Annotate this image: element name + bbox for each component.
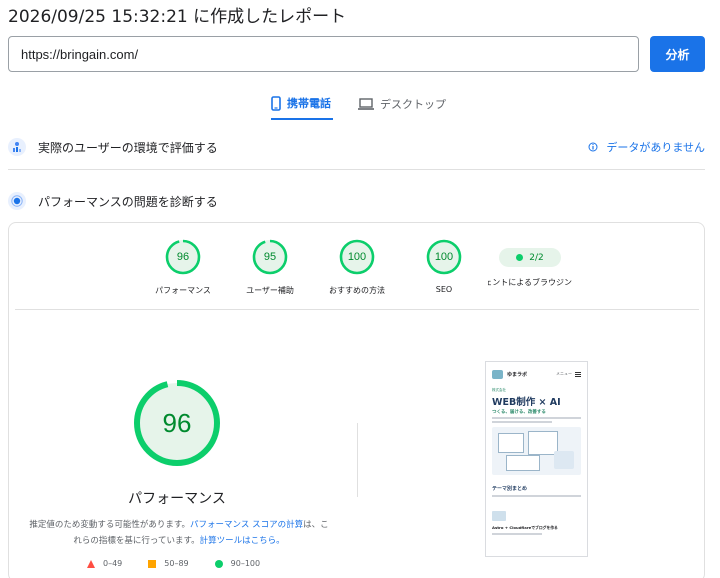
category-label: SEO	[435, 285, 453, 294]
site-menu: メニュー	[556, 371, 581, 377]
score-value: 95	[263, 251, 277, 263]
smartphone-icon	[271, 95, 281, 111]
site-section-title: テーマ別まとめ	[492, 486, 528, 492]
url-input[interactable]	[8, 36, 639, 72]
tab-desktop[interactable]: デスクトップ	[358, 88, 446, 120]
menu-label: メニュー	[556, 371, 572, 376]
info-icon	[588, 142, 598, 152]
vertical-divider	[357, 423, 358, 497]
diagnose-section: パフォーマンスの問題を診断する	[8, 188, 705, 214]
diagnose-title: パフォーマンスの問題を診断する	[38, 194, 218, 209]
hero-illustration	[492, 427, 581, 475]
badge-value: 2/2	[529, 252, 544, 263]
section-divider	[8, 169, 705, 170]
legend-label: 0–49	[103, 559, 123, 568]
text-line	[492, 495, 581, 497]
performance-note: 推定値のため変動する可能性があります。パフォーマンス スコアの計算は、これらの指…	[29, 517, 329, 549]
no-data-label: データがありません	[606, 141, 705, 154]
illustration-card	[554, 451, 574, 469]
category-seo[interactable]: 100 SEO	[404, 239, 484, 294]
category-label: ージェントによるブラウジン	[488, 278, 572, 287]
legend-pass: 90–100	[214, 559, 261, 568]
score-value: 100	[434, 251, 454, 263]
no-data-link[interactable]: データがありません	[588, 139, 705, 155]
legend-average: 50–89	[148, 559, 189, 568]
score-gauge: 95	[252, 239, 288, 275]
site-headline: WEB制作 × AI	[492, 397, 561, 408]
field-data-section: 実際のユーザーの環境で評価する データがありません	[8, 133, 705, 161]
diagnostics-card: 96 パフォーマンス 95 ユーザー補助 100 おすすめの方法 100 SEO…	[8, 222, 705, 578]
illustration-card	[506, 455, 540, 471]
score-gauge: 100	[426, 239, 462, 275]
performance-label: パフォーマンス	[128, 491, 226, 507]
category-label: ユーザー補助	[246, 286, 294, 295]
legend-fail: 0–49	[87, 559, 122, 568]
analyze-button[interactable]: 分析	[650, 36, 705, 72]
score-gauge: 96	[165, 239, 201, 275]
category-performance[interactable]: 96 パフォーマンス	[143, 239, 223, 296]
final-screenshot: ゆまラボ メニュー 株式会社 WEB制作 × AI つくる、届ける、改善する テ…	[485, 361, 588, 557]
screenshot-header: ゆまラボ メニュー	[486, 362, 587, 380]
site-name: ゆまラボ	[507, 371, 528, 378]
article-thumbnail	[492, 511, 506, 521]
legend-label: 90–100	[230, 559, 261, 568]
site-kicker: 株式会社	[492, 388, 506, 392]
site-logo	[492, 369, 503, 379]
performance-gauge: 96	[133, 379, 221, 467]
text-line	[492, 533, 542, 535]
legend-label: 50–89	[164, 559, 189, 568]
laptop-icon	[358, 98, 374, 110]
article-title: Astro + Cloudflareでブログを作る	[492, 525, 558, 530]
tab-desktop-label: デスクトップ	[380, 98, 446, 111]
category-best-practices[interactable]: 100 おすすめの方法	[317, 239, 397, 296]
category-accessibility[interactable]: 95 ユーザー補助	[230, 239, 310, 296]
square-icon	[148, 559, 157, 568]
category-agentic-browsing[interactable]: 2/2 ージェントによるブラウジン	[475, 239, 585, 288]
users-chart-icon	[8, 138, 26, 156]
lab-icon	[8, 192, 26, 210]
score-gauge: 100	[339, 239, 375, 275]
score-value: 100	[347, 251, 367, 263]
hamburger-icon	[575, 371, 581, 377]
score-value: 96	[176, 251, 190, 263]
circle-icon	[214, 559, 223, 568]
device-tabs: 携帯電話 デスクトップ	[0, 88, 720, 122]
tab-mobile-label: 携帯電話	[287, 97, 331, 110]
report-title: 2026/09/25 15:32:21 に作成したレポート	[8, 7, 347, 27]
pass-badge: 2/2	[499, 248, 561, 267]
field-data-title: 実際のユーザーの環境で評価する	[38, 140, 218, 155]
note-prefix: 推定値のため変動する可能性があります。	[29, 520, 191, 530]
score-legend: 0–49 50–89 90–100	[87, 559, 286, 568]
category-gauges: 96 パフォーマンス 95 ユーザー補助 100 おすすめの方法 100 SEO…	[9, 239, 704, 309]
tab-mobile[interactable]: 携帯電話	[271, 88, 333, 120]
score-calc-link[interactable]: パフォーマンス スコアの計算	[190, 520, 303, 530]
text-line	[492, 421, 552, 423]
category-label: おすすめの方法	[329, 286, 385, 295]
category-label: パフォーマンス	[155, 286, 211, 295]
category-label-clip: ージェントによるブラウジン	[488, 277, 572, 288]
triangle-icon	[87, 559, 95, 568]
pass-dot-icon	[516, 254, 524, 261]
card-divider	[15, 309, 699, 310]
calculator-link[interactable]: 計算ツールはこちら。	[200, 536, 285, 546]
text-line	[492, 417, 581, 419]
illustration-card	[498, 433, 524, 453]
site-tagline: つくる、届ける、改善する	[492, 410, 546, 415]
performance-score: 96	[162, 407, 192, 438]
